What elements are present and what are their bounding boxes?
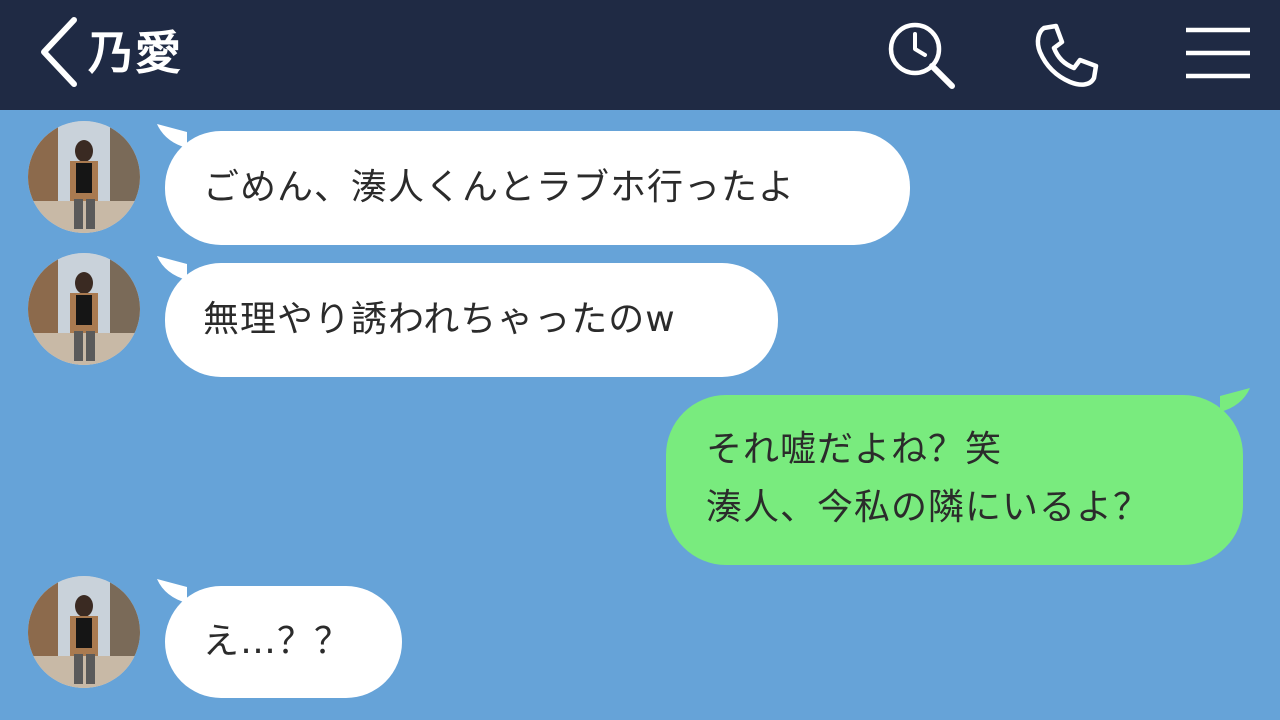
message-bubble-incoming[interactable]: ごめん、湊人くんとラブホ行ったよ — [165, 131, 910, 245]
menu-button[interactable] — [1180, 18, 1254, 92]
message-text: 無理やり誘われちゃったのw — [203, 299, 676, 340]
message-bubble-incoming[interactable]: え…？？ — [165, 586, 402, 698]
avatar-photo — [28, 253, 140, 365]
avatar-photo — [28, 121, 140, 233]
avatar[interactable] — [28, 121, 140, 233]
chat-title: 乃愛 — [88, 26, 182, 80]
message-text: それ嘘だよね？笑 — [706, 429, 1003, 470]
search-history-icon — [888, 22, 955, 89]
avatar-photo — [28, 576, 140, 688]
hamburger-menu-icon — [1186, 27, 1250, 79]
message-text: え…？？ — [203, 621, 352, 662]
message-bubble-incoming[interactable]: 無理やり誘われちゃったのw — [165, 263, 778, 377]
chat-header: 乃愛 — [0, 0, 1280, 110]
back-button[interactable] — [36, 12, 84, 92]
search-button[interactable] — [884, 18, 958, 92]
message-text: ごめん、湊人くんとラブホ行ったよ — [203, 167, 796, 208]
message-bubble-outgoing[interactable]: それ嘘だよね？笑 湊人、今私の隣にいるよ？ — [666, 395, 1243, 565]
message-text: 湊人、今私の隣にいるよ？ — [706, 487, 1151, 528]
phone-icon — [1035, 23, 1099, 87]
avatar[interactable] — [28, 253, 140, 365]
call-button[interactable] — [1030, 18, 1104, 92]
avatar[interactable] — [28, 576, 140, 688]
chevron-left-icon — [41, 17, 77, 87]
